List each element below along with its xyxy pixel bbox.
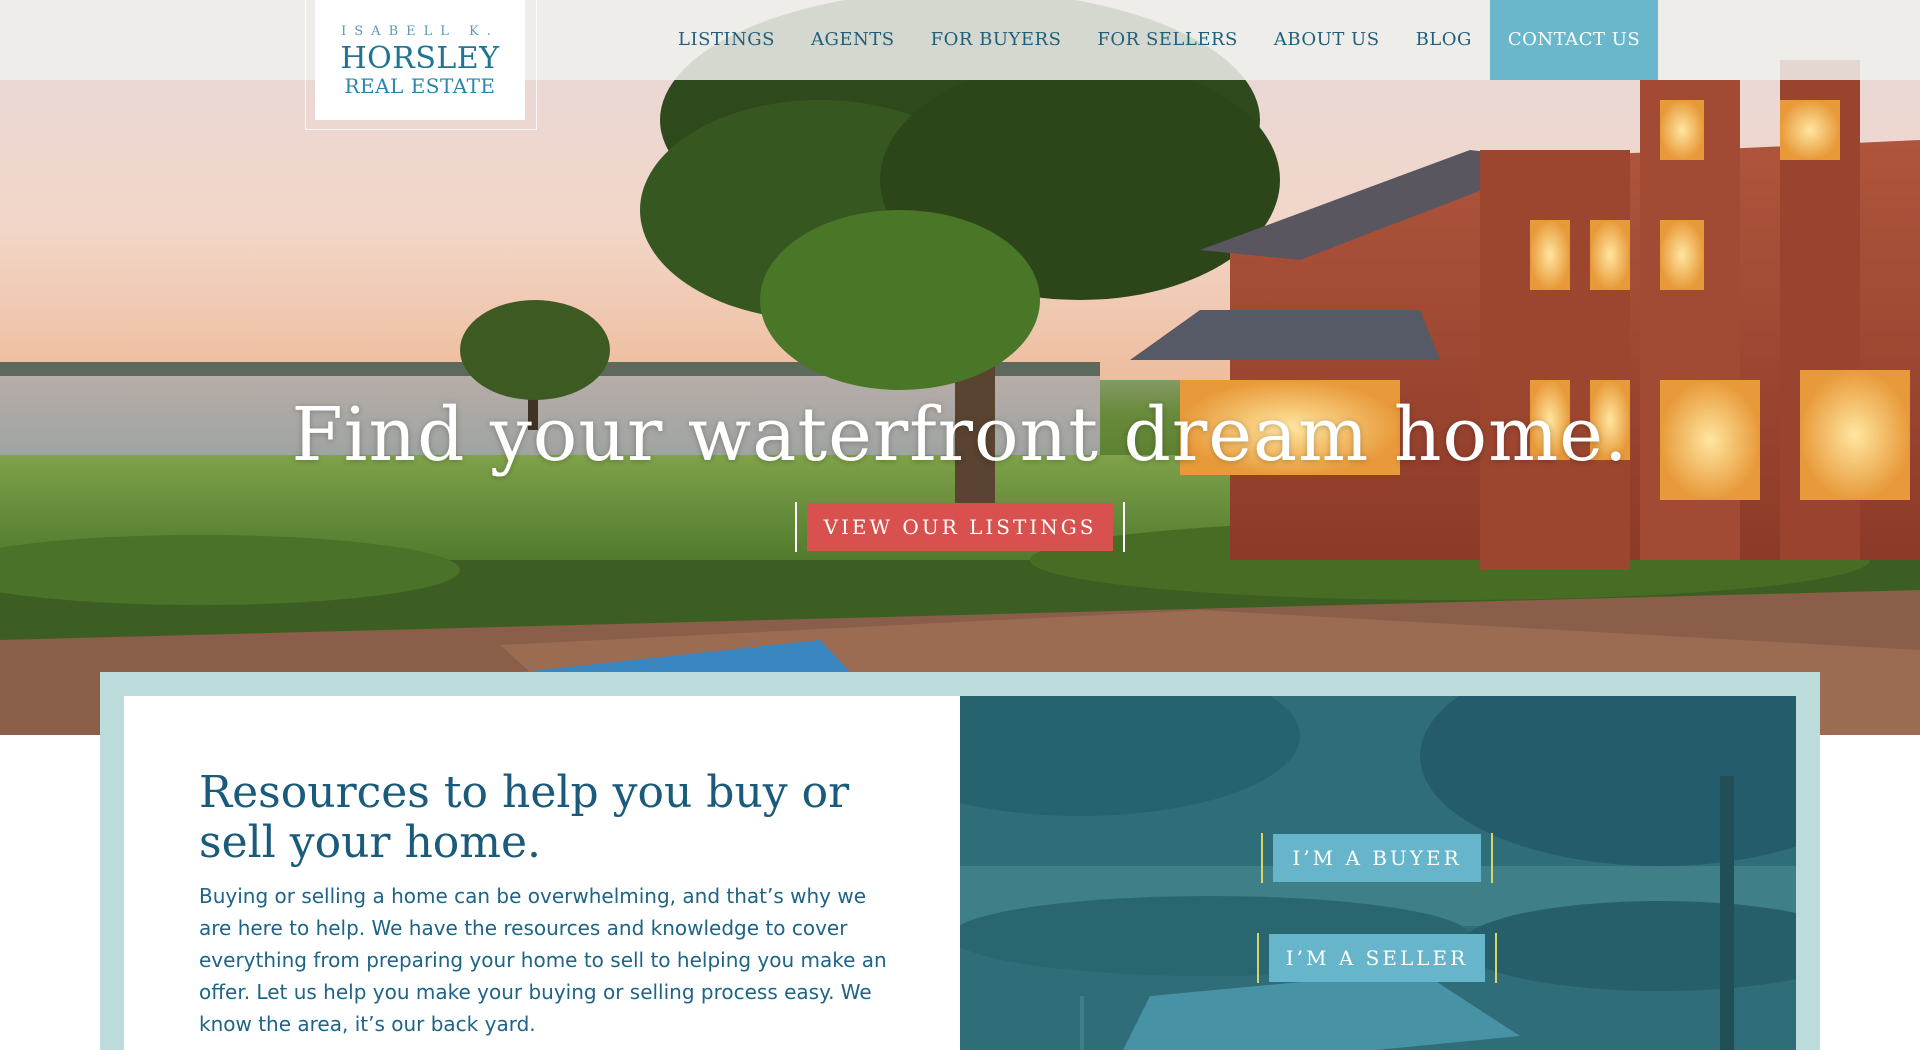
hero-headline: Find your waterfront dream home. bbox=[291, 392, 1629, 478]
buyer-button-wrapper: I’M A BUYER bbox=[1261, 833, 1493, 883]
nav-item-blog[interactable]: BLOG bbox=[1398, 0, 1490, 80]
hero-section bbox=[0, 0, 1920, 735]
nav-item-contact-us[interactable]: CONTACT US bbox=[1489, 0, 1659, 80]
logo-line-1: ISABELL K. bbox=[341, 24, 499, 39]
hero-house-photo bbox=[0, 0, 1920, 735]
nav-item-about-us[interactable]: ABOUT US bbox=[1256, 0, 1398, 80]
logo-line-3: REAL ESTATE bbox=[344, 74, 496, 98]
nav-item-listings[interactable]: LISTINGS bbox=[660, 0, 793, 80]
logo-line-2: HORSLEY bbox=[340, 41, 500, 76]
seller-right-bar bbox=[1495, 933, 1497, 983]
nav-item-for-sellers[interactable]: FOR SELLERS bbox=[1079, 0, 1255, 80]
im-a-buyer-button[interactable]: I’M A BUYER bbox=[1273, 834, 1481, 882]
cta-left-bar bbox=[795, 502, 797, 552]
resources-photo-panel: I’M A BUYER I’M A SELLER bbox=[960, 696, 1796, 1050]
im-a-seller-button[interactable]: I’M A SELLER bbox=[1269, 934, 1485, 982]
resources-title: Resources to help you buy or sell your h… bbox=[199, 767, 850, 868]
site-logo[interactable]: ISABELL K. HORSLEY REAL ESTATE bbox=[315, 0, 525, 120]
cta-right-bar bbox=[1123, 502, 1125, 552]
main-nav: LISTINGS AGENTS FOR BUYERS FOR SELLERS A… bbox=[660, 0, 1659, 80]
resources-body: Buying or selling a home can be overwhel… bbox=[199, 884, 887, 1036]
buyer-right-bar bbox=[1491, 833, 1493, 883]
view-listings-button[interactable]: VIEW OUR LISTINGS bbox=[807, 503, 1113, 551]
seller-button-wrapper: I’M A SELLER bbox=[1257, 933, 1497, 983]
nav-item-agents[interactable]: AGENTS bbox=[793, 0, 913, 80]
buyer-left-bar bbox=[1261, 833, 1263, 883]
seller-left-bar bbox=[1257, 933, 1259, 983]
cta-wrapper: VIEW OUR LISTINGS bbox=[795, 502, 1125, 552]
nav-item-for-buyers[interactable]: FOR BUYERS bbox=[913, 0, 1080, 80]
